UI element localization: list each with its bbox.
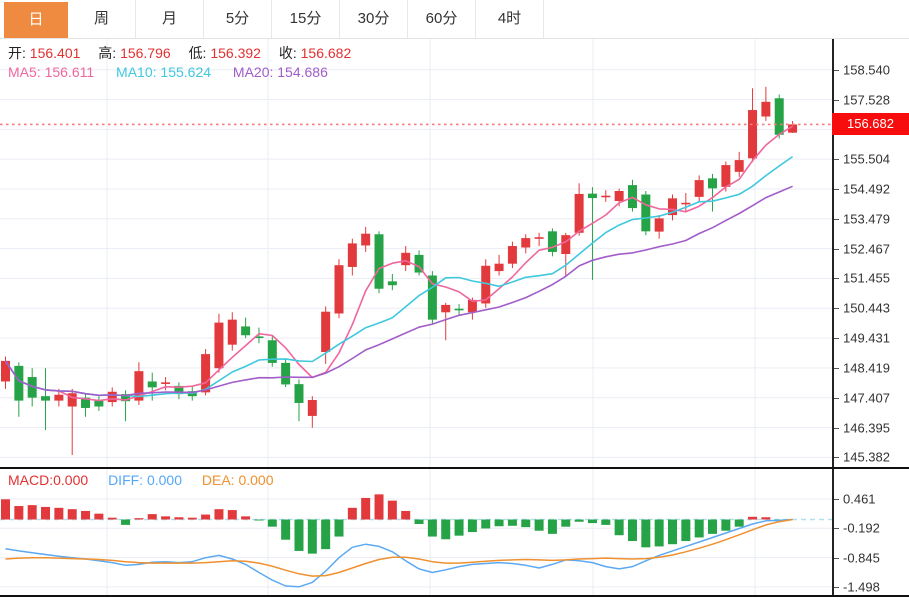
tab-m5[interactable]: 5分 xyxy=(204,0,272,38)
tab-month[interactable]: 月 xyxy=(136,0,204,38)
close-value: 156.682 xyxy=(300,45,352,61)
axis-label: -1.498 xyxy=(843,579,880,595)
axis-label: 151.455 xyxy=(843,270,890,286)
axis-tick xyxy=(834,499,839,500)
tab-m30[interactable]: 30分 xyxy=(340,0,408,38)
ma5-label: MA5: xyxy=(8,64,41,80)
diff-value: 0.000 xyxy=(146,472,182,488)
axis-tick xyxy=(834,278,839,280)
axis-tick xyxy=(834,338,839,340)
axis-tick xyxy=(834,69,839,71)
axis-tick xyxy=(834,367,839,369)
ma5-readout: MA5: 156.611 xyxy=(8,64,94,80)
tab-m15[interactable]: 15分 xyxy=(272,0,340,38)
axis-tick xyxy=(834,248,839,250)
axis-tick xyxy=(834,159,839,161)
axis-label: 0.461 xyxy=(843,491,876,507)
dea-value: 0.000 xyxy=(238,472,274,488)
axis-label: 149.431 xyxy=(843,330,890,346)
axis-label: 152.467 xyxy=(843,241,890,257)
quote-row: 开: 156.401 高: 156.796 低: 156.392 收: 156.… xyxy=(8,43,365,63)
axis-tick xyxy=(834,557,839,559)
tab-h4[interactable]: 4时 xyxy=(476,0,544,38)
ma10-value: 155.624 xyxy=(160,64,212,80)
high-value: 156.796 xyxy=(120,45,171,61)
axis-label: 153.479 xyxy=(843,211,890,227)
axis-label: -0.192 xyxy=(843,520,880,536)
axis-tick xyxy=(834,188,839,190)
axis-label: 157.528 xyxy=(843,92,890,108)
bottom-border xyxy=(0,595,909,597)
ma20-label: MA20: xyxy=(232,64,274,80)
low-value: 156.392 xyxy=(210,45,261,61)
dea-label: DEA: xyxy=(201,472,235,488)
axis-label: -0.845 xyxy=(843,550,880,566)
tab-m60[interactable]: 60分 xyxy=(408,0,476,38)
axis-tick xyxy=(834,457,839,459)
trading-chart-app: 日周月 5分 15分 30分 60分 4时 开: 156.401 高: 156.796 低… xyxy=(0,0,909,602)
macd-readout-row: MACD:0.000 DIFF: 0.000 DEA: 0.000 xyxy=(8,472,274,488)
last-price-tag: 156.682 xyxy=(832,113,909,135)
axis-tick xyxy=(834,308,839,310)
diff-label: DIFF: xyxy=(108,472,144,488)
axis-tick xyxy=(834,397,839,399)
tab-week[interactable]: 周 xyxy=(68,0,136,38)
low-label: 低: xyxy=(188,45,207,61)
macd-axis: 0.461 -0.192 -0.845 -1.498 xyxy=(832,469,909,595)
axis-label: 147.407 xyxy=(843,390,890,406)
macd-label: MACD: xyxy=(8,472,54,488)
ma20-value: 154.686 xyxy=(277,64,328,80)
axis-label: 154.492 xyxy=(843,181,890,197)
price-axis: 158.540157.528156.516155.504154.492153.4… xyxy=(832,39,909,467)
axis-tick xyxy=(834,586,839,588)
macd-readout: MACD:0.000 xyxy=(8,472,88,488)
high-label: 高: xyxy=(98,45,117,61)
axis-label: 158.540 xyxy=(843,62,890,78)
ma5-value: 156.611 xyxy=(44,64,95,80)
interval-tabbar: 日周月 5分 15分 30分 60分 4时 xyxy=(0,0,909,39)
close-label: 收: xyxy=(278,45,297,61)
diff-readout: DIFF: 0.000 xyxy=(108,472,182,488)
axis-label: 150.443 xyxy=(843,300,890,316)
open-value: 156.401 xyxy=(29,45,81,61)
axis-tick xyxy=(834,528,839,530)
candlestick-chart-pane[interactable] xyxy=(0,39,832,468)
axis-tick xyxy=(834,427,839,429)
tab-day[interactable]: 日 xyxy=(4,2,68,38)
axis-label: 146.395 xyxy=(843,420,890,436)
axis-label: 155.504 xyxy=(843,151,890,167)
ma10-readout: MA10: 155.624 xyxy=(116,64,211,80)
dea-readout: DEA: 0.000 xyxy=(202,472,274,488)
ma20-readout: MA20: 154.686 xyxy=(233,64,328,80)
ma-row: MA5: 156.611 MA10: 155.624 MA20: 154.686 xyxy=(8,64,328,80)
axis-label: 148.419 xyxy=(843,360,890,376)
axis-tick xyxy=(834,218,839,220)
ma10-label: MA10: xyxy=(116,64,157,80)
axis-tick xyxy=(834,99,839,101)
axis-label: 145.382 xyxy=(843,449,890,465)
open-label: 开: xyxy=(8,45,26,61)
macd-value: 0.000 xyxy=(53,472,89,488)
